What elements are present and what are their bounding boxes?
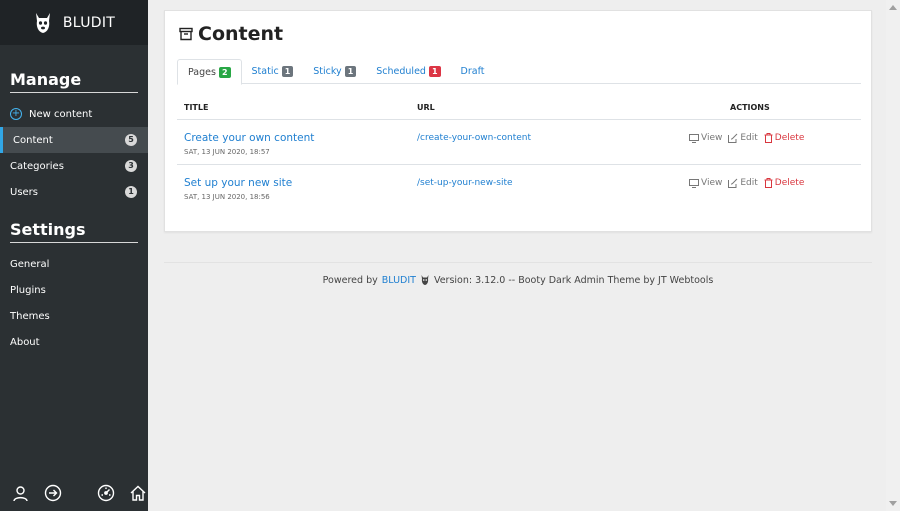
page-title-text: Content: [198, 23, 284, 45]
sticky-count-badge: 1: [344, 66, 357, 77]
content-count-badge: 5: [125, 134, 137, 146]
page-title-link[interactable]: Set up your new site: [184, 177, 292, 189]
categories-count-badge: 3: [125, 160, 137, 172]
delete-button[interactable]: Delete: [764, 133, 805, 143]
sidebar-item-label: Content: [13, 134, 53, 146]
sidebar-item-new-content[interactable]: + New content: [0, 101, 148, 127]
sidebar-item-plugins[interactable]: Plugins: [0, 277, 148, 303]
archive-icon: [179, 27, 193, 41]
content-table: TITLE URL ACTIONS Create your own conten…: [177, 94, 861, 210]
sidebar-item-label: Themes: [10, 310, 50, 322]
sidebar-footer: [0, 483, 148, 503]
delete-button[interactable]: Delete: [764, 178, 805, 188]
tab-draft[interactable]: Draft: [451, 59, 495, 84]
trash-icon: [764, 133, 773, 143]
edit-label: Edit: [740, 178, 758, 188]
tab-label: Draft: [460, 66, 485, 77]
page-footer: Powered by BLUDIT Version: 3.12.0 -- Boo…: [164, 274, 872, 286]
pages-count-badge: 2: [218, 66, 231, 78]
scheduled-count-badge: 1: [428, 66, 441, 77]
sidebar-item-label: Categories: [10, 160, 64, 172]
page-title: Content: [179, 23, 283, 45]
bludit-link[interactable]: BLUDIT: [382, 275, 416, 286]
view-label: View: [701, 178, 723, 188]
scroll-down-arrow-icon[interactable]: [889, 501, 897, 506]
delete-label: Delete: [774, 178, 805, 188]
monitor-icon: [689, 178, 699, 188]
page-date: SAT, 13 JUN 2020, 18:57: [184, 148, 270, 156]
view-label: View: [701, 133, 723, 143]
bludit-logo-icon: [35, 12, 50, 33]
tab-pages[interactable]: Pages 2: [177, 59, 242, 85]
sidebar-item-categories[interactable]: Categories 3: [0, 153, 148, 179]
column-header-url: URL: [417, 103, 435, 112]
monitor-icon: [689, 133, 699, 143]
edit-icon: [728, 178, 738, 188]
trash-icon: [764, 178, 773, 188]
table-row: Set up your new site SAT, 13 JUN 2020, 1…: [177, 165, 861, 210]
column-header-actions: ACTIONS: [730, 103, 770, 112]
page-title-link[interactable]: Create your own content: [184, 132, 314, 144]
view-button[interactable]: View: [689, 133, 722, 143]
manage-divider: [10, 92, 138, 93]
sidebar-item-content[interactable]: Content 5: [0, 127, 148, 153]
brand-name: BLUDIT: [62, 14, 116, 31]
vertical-scrollbar[interactable]: [886, 0, 900, 511]
tab-static[interactable]: Static 1: [242, 59, 304, 84]
settings-heading: Settings: [10, 220, 86, 239]
view-button[interactable]: View: [689, 178, 722, 188]
tab-label: Scheduled: [376, 66, 426, 77]
column-header-title: TITLE: [184, 103, 209, 112]
brand[interactable]: BLUDIT: [0, 0, 148, 45]
edit-button[interactable]: Edit: [728, 178, 758, 188]
sidebar-item-label: About: [10, 336, 40, 348]
settings-nav: General Plugins Themes About: [0, 251, 148, 355]
content-panel: Content Pages 2 Static 1 Sticky 1 Schedu…: [164, 10, 872, 232]
sidebar-item-label: Users: [10, 186, 39, 198]
page-date: SAT, 13 JUN 2020, 18:56: [184, 193, 270, 201]
content-tabs: Pages 2 Static 1 Sticky 1 Scheduled 1 Dr…: [177, 59, 861, 85]
edit-button[interactable]: Edit: [728, 133, 758, 143]
settings-divider: [10, 242, 138, 243]
sidebar-item-general[interactable]: General: [0, 251, 148, 277]
manage-nav: + New content Content 5 Categories 3 Use…: [0, 101, 148, 205]
tab-scheduled[interactable]: Scheduled 1: [366, 59, 450, 84]
bludit-small-logo-icon: [421, 275, 429, 285]
delete-label: Delete: [774, 133, 805, 143]
manage-heading: Manage: [10, 70, 82, 89]
version-text: Version: 3.12.0 -- Booty Dark Admin Them…: [433, 274, 714, 286]
tab-sticky[interactable]: Sticky 1: [303, 59, 366, 84]
tab-label: Pages: [188, 66, 216, 78]
tab-label: Sticky: [313, 66, 342, 77]
sidebar-item-label: General: [10, 258, 50, 270]
page-url-link[interactable]: /create-your-own-content: [417, 133, 531, 143]
table-row: Create your own content SAT, 13 JUN 2020…: [177, 120, 861, 165]
logout-icon[interactable]: [43, 483, 63, 503]
plus-circle-icon: +: [10, 108, 22, 120]
page-url-link[interactable]: /set-up-your-new-site: [417, 178, 513, 188]
scroll-up-arrow-icon[interactable]: [889, 5, 897, 10]
users-count-badge: 1: [125, 186, 137, 198]
sidebar: BLUDIT Manage + New content Content 5 Ca…: [0, 0, 148, 511]
home-icon[interactable]: [128, 483, 148, 503]
row-actions: View Edit Delete: [689, 178, 804, 188]
edit-icon: [728, 133, 738, 143]
sidebar-item-themes[interactable]: Themes: [0, 303, 148, 329]
static-count-badge: 1: [281, 66, 294, 77]
dashboard-icon[interactable]: [96, 483, 116, 503]
footer-divider: [164, 262, 872, 263]
tab-label: Static: [251, 66, 279, 77]
powered-by-text: Powered by: [322, 274, 378, 286]
table-header: TITLE URL ACTIONS: [177, 94, 861, 120]
sidebar-item-about[interactable]: About: [0, 329, 148, 355]
sidebar-item-label: New content: [29, 108, 93, 120]
edit-label: Edit: [740, 133, 758, 143]
row-actions: View Edit Delete: [689, 133, 804, 143]
sidebar-item-users[interactable]: Users 1: [0, 179, 148, 205]
user-icon[interactable]: [11, 483, 31, 503]
sidebar-item-label: Plugins: [10, 284, 46, 296]
